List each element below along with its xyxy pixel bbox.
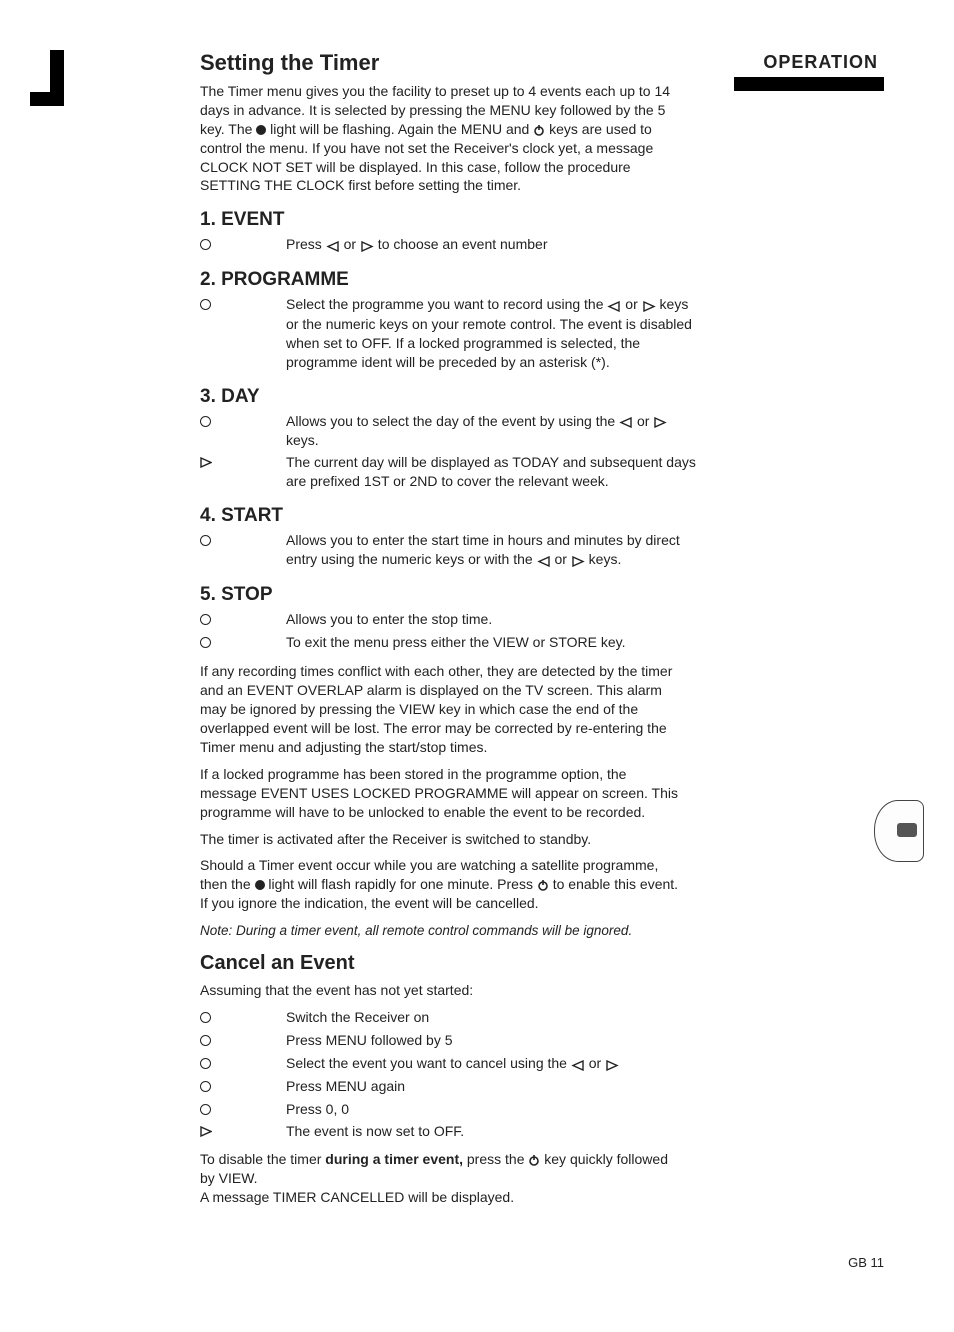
txt-bold: during a timer event, bbox=[325, 1151, 463, 1167]
programme-row-text: Select the programme you want to record … bbox=[286, 295, 700, 371]
left-arrow-icon bbox=[326, 236, 340, 255]
cancel-row-6: The event is now set to OFF. bbox=[200, 1122, 700, 1142]
section-tab-bar bbox=[734, 77, 884, 91]
cancel-row-2-text: Press MENU followed by 5 bbox=[286, 1031, 700, 1050]
overlap-paragraph: If any recording times conflict with eac… bbox=[200, 662, 680, 756]
intro-paragraph: The Timer menu gives you the facility to… bbox=[200, 82, 680, 195]
event-row: Press or to choose an event number bbox=[200, 235, 700, 255]
event-row-text: Press or to choose an event number bbox=[286, 235, 700, 255]
stop-row-1-text: Allows you to enter the stop time. bbox=[286, 610, 700, 629]
intro-text-2: light will be flashing. Again the MENU a… bbox=[266, 121, 533, 137]
bullet-circle-icon bbox=[200, 1008, 286, 1028]
cancel-row-3: Select the event you want to cancel usin… bbox=[200, 1054, 700, 1074]
txt: To disable the timer bbox=[200, 1151, 325, 1167]
cancel-row-5-text: Press 0, 0 bbox=[286, 1100, 700, 1119]
cancel-row-1: Switch the Receiver on bbox=[200, 1008, 700, 1028]
left-arrow-icon bbox=[571, 1055, 585, 1074]
bullet-circle-icon bbox=[200, 1054, 286, 1074]
bullet-circle-icon bbox=[200, 1031, 286, 1051]
cancel-intro: Assuming that the event has not yet star… bbox=[200, 981, 680, 1000]
stop-row-2: To exit the menu press either the VIEW o… bbox=[200, 633, 700, 653]
right-arrow-icon bbox=[571, 551, 585, 570]
start-row: Allows you to enter the start time in ho… bbox=[200, 531, 700, 570]
watching-paragraph: Should a Timer event occur while you are… bbox=[200, 856, 680, 913]
cancel-row-3-text: Select the event you want to cancel usin… bbox=[286, 1054, 700, 1074]
right-arrow-icon bbox=[653, 412, 667, 431]
cancel-row-5: Press 0, 0 bbox=[200, 1100, 700, 1120]
txt: or bbox=[585, 1055, 605, 1071]
right-arrow-icon bbox=[360, 236, 374, 255]
heading-event: 1. EVENT bbox=[200, 209, 884, 231]
txt: or bbox=[633, 413, 653, 429]
txt: press the bbox=[463, 1151, 528, 1167]
txt: light will flash rapidly for one minute.… bbox=[265, 876, 537, 892]
bullet-circle-icon bbox=[200, 610, 286, 630]
page-number: GB 11 bbox=[848, 1255, 884, 1270]
bullet-triangle-icon bbox=[200, 1122, 286, 1142]
heading-programme: 2. PROGRAMME bbox=[200, 269, 884, 291]
txt: Select the event you want to cancel usin… bbox=[286, 1055, 571, 1071]
right-arrow-icon bbox=[605, 1055, 619, 1074]
locked-paragraph: If a locked programme has been stored in… bbox=[200, 765, 680, 822]
heading-cancel: Cancel an Event bbox=[200, 952, 884, 975]
start-row-text: Allows you to enter the start time in ho… bbox=[286, 531, 700, 570]
heading-stop: 5. STOP bbox=[200, 584, 884, 606]
section-tab-label: OPERATION bbox=[734, 52, 884, 73]
heading-day: 3. DAY bbox=[200, 386, 884, 408]
bullet-circle-icon bbox=[200, 1100, 286, 1120]
bullet-circle-icon bbox=[200, 531, 286, 551]
day-row-2: The current day will be displayed as TOD… bbox=[200, 453, 700, 491]
left-arrow-icon bbox=[607, 296, 621, 315]
day-row-1: Allows you to select the day of the even… bbox=[200, 412, 700, 451]
txt: A message TIMER CANCELLED will be displa… bbox=[200, 1189, 514, 1205]
day-row-2-text: The current day will be displayed as TOD… bbox=[286, 453, 700, 491]
timer-light-icon bbox=[256, 125, 266, 135]
txt: Allows you to select the day of the even… bbox=[286, 413, 619, 429]
cancel-row-4: Press MENU again bbox=[200, 1077, 700, 1097]
txt: to choose an event number bbox=[374, 236, 548, 252]
programme-row: Select the programme you want to record … bbox=[200, 295, 700, 371]
cancel-row-4-text: Press MENU again bbox=[286, 1077, 700, 1096]
note-text: Note: During a timer event, all remote c… bbox=[200, 923, 884, 938]
txt: or bbox=[621, 296, 641, 312]
cancel-row-1-text: Switch the Receiver on bbox=[286, 1008, 700, 1027]
day-row-1-text: Allows you to select the day of the even… bbox=[286, 412, 700, 451]
bullet-circle-icon bbox=[200, 633, 286, 653]
txt: or bbox=[551, 551, 571, 567]
standby-paragraph: The timer is activated after the Receive… bbox=[200, 830, 680, 849]
bullet-circle-icon bbox=[200, 412, 286, 432]
left-arrow-icon bbox=[619, 412, 633, 431]
cancel-row-2: Press MENU followed by 5 bbox=[200, 1031, 700, 1051]
section-tab: OPERATION bbox=[734, 52, 884, 91]
disable-paragraph: To disable the timer during a timer even… bbox=[200, 1150, 680, 1207]
txt: Select the programme you want to record … bbox=[286, 296, 607, 312]
stop-row-1: Allows you to enter the stop time. bbox=[200, 610, 700, 630]
bullet-circle-icon bbox=[200, 295, 286, 315]
thumb-index-icon bbox=[874, 800, 924, 862]
bullet-circle-icon bbox=[200, 1077, 286, 1097]
right-arrow-icon bbox=[642, 296, 656, 315]
document-page: OPERATION Setting the Timer The Timer me… bbox=[0, 0, 954, 1330]
txt: keys. bbox=[585, 551, 622, 567]
txt: Press bbox=[286, 236, 326, 252]
cancel-row-6-text: The event is now set to OFF. bbox=[286, 1122, 700, 1141]
heading-start: 4. START bbox=[200, 505, 884, 527]
bullet-triangle-icon bbox=[200, 453, 286, 473]
left-index-tab bbox=[30, 50, 64, 106]
power-icon bbox=[528, 1151, 540, 1167]
power-icon bbox=[533, 121, 545, 137]
power-icon bbox=[537, 876, 549, 892]
left-arrow-icon bbox=[537, 551, 551, 570]
stop-row-2-text: To exit the menu press either the VIEW o… bbox=[286, 633, 700, 652]
timer-light-icon bbox=[255, 880, 265, 890]
txt: keys. bbox=[286, 432, 319, 448]
txt: or bbox=[340, 236, 360, 252]
bullet-circle-icon bbox=[200, 235, 286, 255]
